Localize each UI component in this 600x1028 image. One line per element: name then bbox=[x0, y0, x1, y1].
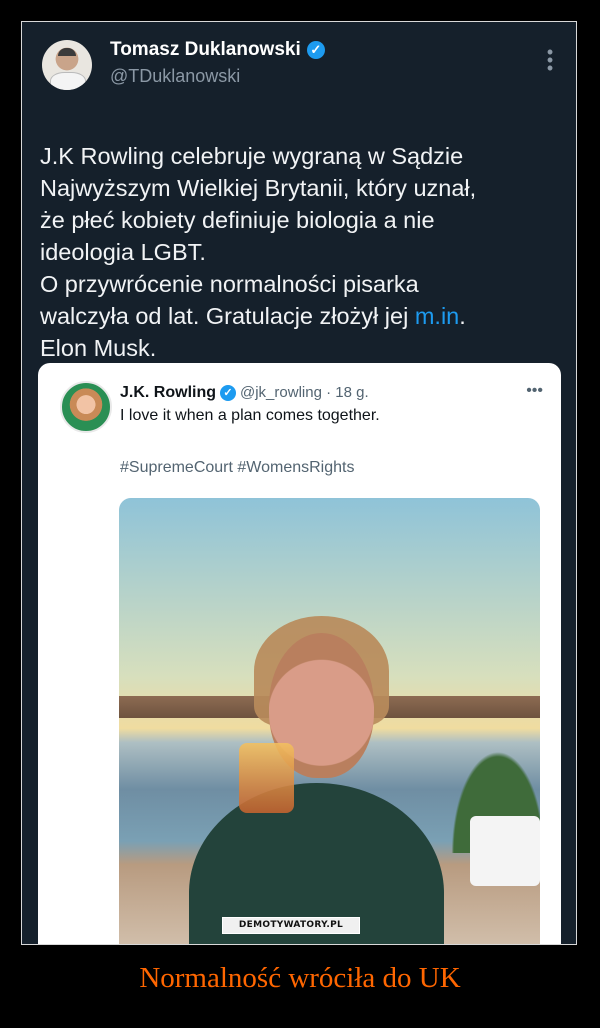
quoted-author-avatar[interactable] bbox=[60, 381, 112, 433]
tweet-text-main: J.K Rowling celebruje wygraną w Sądzie N… bbox=[40, 143, 477, 329]
demotivator-frame: Tomasz Duklanowski ✓ @TDuklanowski • • • J.… bbox=[21, 21, 577, 945]
avatar-hair bbox=[58, 48, 76, 56]
author-name[interactable]: Tomasz Duklanowski ✓ bbox=[110, 39, 325, 61]
photo-drink bbox=[239, 743, 294, 813]
quoted-photo[interactable] bbox=[119, 498, 540, 944]
quoted-tweet-card[interactable]: J.K. Rowling ✓ @jk_rowling · 18 g. ••• I l… bbox=[38, 363, 561, 944]
more-options-icon[interactable]: ••• bbox=[526, 382, 543, 400]
more-options-icon[interactable]: ••• bbox=[546, 43, 554, 77]
demotivator-caption: Normalność wróciła do UK bbox=[139, 962, 461, 994]
tweet-text: J.K Rowling celebruje wygraną w Sądzie N… bbox=[40, 108, 560, 364]
verified-icon: ✓ bbox=[220, 385, 236, 401]
tweet-link[interactable]: m.in bbox=[415, 303, 459, 329]
site-watermark: DEMOTYWATORY.PL bbox=[222, 917, 360, 934]
quoted-tweet-text: I love it when a plan comes together. bbox=[120, 407, 380, 424]
quoted-author-line: J.K. Rowling ✓ @jk_rowling · 18 g. bbox=[120, 384, 369, 402]
photo-pot bbox=[470, 816, 540, 886]
author-avatar[interactable] bbox=[42, 40, 92, 90]
avatar-shirt bbox=[50, 72, 86, 90]
quoted-hashtags[interactable]: #SupremeCourt #WomensRights bbox=[120, 459, 354, 477]
author-handle[interactable]: @TDuklanowski bbox=[110, 66, 240, 87]
author-name-text: Tomasz Duklanowski bbox=[110, 39, 301, 60]
quoted-author-handle[interactable]: @jk_rowling · 18 g. bbox=[240, 384, 369, 401]
verified-icon: ✓ bbox=[306, 41, 325, 59]
quoted-author-name[interactable]: J.K. Rowling bbox=[120, 384, 216, 401]
